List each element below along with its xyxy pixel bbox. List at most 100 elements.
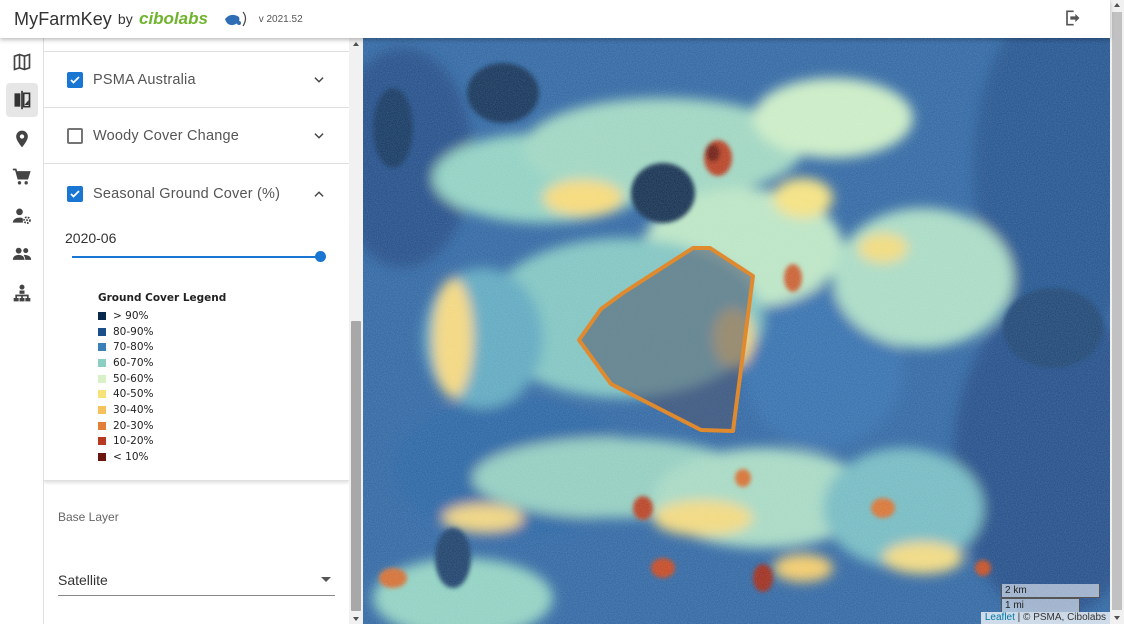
cart-icon <box>12 168 31 185</box>
window-scroll-thumb[interactable] <box>1112 12 1122 610</box>
base-layer-value: Satellite <box>58 572 108 588</box>
scale-km: 2 km <box>1001 584 1100 598</box>
base-layer-select[interactable]: Satellite <box>58 568 335 596</box>
cibolabs-logo-text: cibolabs <box>139 9 208 28</box>
version-label: v 2021.52 <box>258 13 303 25</box>
app-header: MyFarmKey by cibolabs v 2021.52 <box>0 0 1110 38</box>
legend-label: 10-20% <box>113 435 154 448</box>
nav-users[interactable] <box>6 237 38 271</box>
panel-top-divider <box>44 38 349 52</box>
scroll-up-arrow-icon[interactable] <box>353 42 359 46</box>
layers-compare-icon <box>14 90 31 110</box>
nav-shop[interactable] <box>6 160 38 194</box>
legend-item: 70-80% <box>98 339 226 355</box>
legend-swatch <box>98 358 106 367</box>
legend-swatch <box>98 453 106 462</box>
legend-title: Ground Cover Legend <box>98 292 227 304</box>
date-slider-track[interactable] <box>72 256 321 258</box>
ground-cover-details: 2020-06 Ground Cover Legend > 90% 80-90% 7… <box>44 224 349 481</box>
logout-button[interactable] <box>1060 6 1084 30</box>
check-icon <box>70 75 80 84</box>
layer-label-woody-cover: Woody Cover Change <box>93 127 239 144</box>
attribution-text: | © PSMA, Cibolabs <box>1014 612 1106 623</box>
layer-row-ground-cover[interactable]: Seasonal Ground Cover (%) <box>44 164 349 224</box>
person-settings-icon <box>12 208 31 224</box>
legend-swatch <box>98 405 106 414</box>
legend-label: 40-50% <box>113 388 154 401</box>
ground-cover-legend: Ground Cover Legend > 90% 80-90% 70-80% 60-… <box>98 292 226 465</box>
legend-label: 80-90% <box>113 325 154 338</box>
legend-swatch <box>98 343 106 352</box>
legend-item: 60-70% <box>98 355 226 371</box>
leaflet-link[interactable]: Leaflet <box>985 612 1015 623</box>
panel-scrollbar[interactable] <box>349 38 363 624</box>
legend-swatch <box>98 390 106 399</box>
legend-item: 10-20% <box>98 434 226 450</box>
legend-label: 30-40% <box>113 403 154 416</box>
legend-swatch <box>98 311 106 320</box>
expand-psma-button[interactable] <box>311 72 327 88</box>
legend-item: 30-40% <box>98 402 226 418</box>
scroll-down-arrow-icon[interactable] <box>353 617 359 621</box>
legend-label: 50-60% <box>113 372 154 385</box>
map-attribution: Leaflet | © PSMA, Cibolabs <box>980 612 1110 624</box>
people-icon <box>12 247 32 260</box>
ground-cover-map[interactable]: 2 km 1 mi Leaflet | © PSMA, Cibolabs <box>363 38 1110 624</box>
psma-checkbox[interactable] <box>67 71 83 88</box>
legend-item: < 10% <box>98 449 226 465</box>
chevron-down-icon <box>314 132 324 139</box>
panel-scroll-thumb[interactable] <box>351 321 361 611</box>
nav-layers[interactable] <box>6 83 38 117</box>
legend-item: 80-90% <box>98 324 226 340</box>
ground-cover-date: 2020-06 <box>65 230 117 246</box>
brand[interactable]: MyFarmKey by cibolabs v 2021.52 <box>14 9 303 30</box>
layer-row-woody-cover[interactable]: Woody Cover Change <box>44 108 349 164</box>
legend-swatch <box>98 374 106 383</box>
check-icon <box>70 190 80 198</box>
legend-item: 20-30% <box>98 418 226 434</box>
nav-map[interactable] <box>6 45 38 79</box>
scroll-up-arrow-icon[interactable] <box>1114 3 1120 7</box>
legend-label: 70-80% <box>113 341 154 354</box>
ground-cover-checkbox[interactable] <box>67 186 83 202</box>
legend-item: > 90% <box>98 308 226 324</box>
date-slider-thumb[interactable] <box>315 251 326 262</box>
layers-panel: PSMA Australia Woody Cover Change Season… <box>44 38 349 624</box>
legend-label: < 10% <box>113 451 149 464</box>
by-text: by <box>117 11 133 27</box>
scroll-down-arrow-icon[interactable] <box>1114 616 1120 620</box>
app-name: MyFarmKey <box>14 8 112 29</box>
layer-row-psma[interactable]: PSMA Australia <box>44 52 349 108</box>
legend-swatch <box>98 421 106 430</box>
scale-mi: 1 mi <box>1001 598 1080 612</box>
legend-item: 50-60% <box>98 371 226 387</box>
legend-label: 60-70% <box>113 356 154 369</box>
map-scale: 2 km 1 mi <box>1001 584 1100 612</box>
legend-item: 40-50% <box>98 386 226 402</box>
chevron-up-icon <box>314 191 324 197</box>
legend-items: > 90% 80-90% 70-80% 60-70% 50-60% 40-50% 30-40… <box>98 308 226 465</box>
window-scrollbar[interactable] <box>1110 0 1124 624</box>
base-layer-title: Base Layer <box>58 510 119 524</box>
legend-swatch <box>98 327 106 336</box>
org-chart-icon <box>13 284 31 302</box>
nav-location[interactable] <box>6 122 38 156</box>
satellite-ground-cover-image <box>363 38 1110 624</box>
chevron-down-icon <box>314 76 324 83</box>
layer-label-ground-cover: Seasonal Ground Cover (%) <box>93 186 281 202</box>
cibolabs-logo: cibolabs <box>139 9 251 29</box>
nav-account[interactable] <box>6 199 38 233</box>
legend-label: > 90% <box>113 309 149 322</box>
dropdown-arrow-icon <box>321 577 331 582</box>
nav-hierarchy[interactable] <box>6 276 38 310</box>
legend-label: 20-30% <box>113 419 154 432</box>
woody-cover-checkbox[interactable] <box>67 127 83 144</box>
logout-icon <box>1066 10 1080 26</box>
nav-rail <box>0 38 44 624</box>
collapse-ground-cover-button[interactable] <box>311 186 327 202</box>
location-pin-icon <box>16 130 28 148</box>
map-icon <box>13 53 31 71</box>
legend-swatch <box>98 437 106 446</box>
expand-woody-cover-button[interactable] <box>311 128 327 144</box>
layer-label-psma: PSMA Australia <box>93 71 196 88</box>
